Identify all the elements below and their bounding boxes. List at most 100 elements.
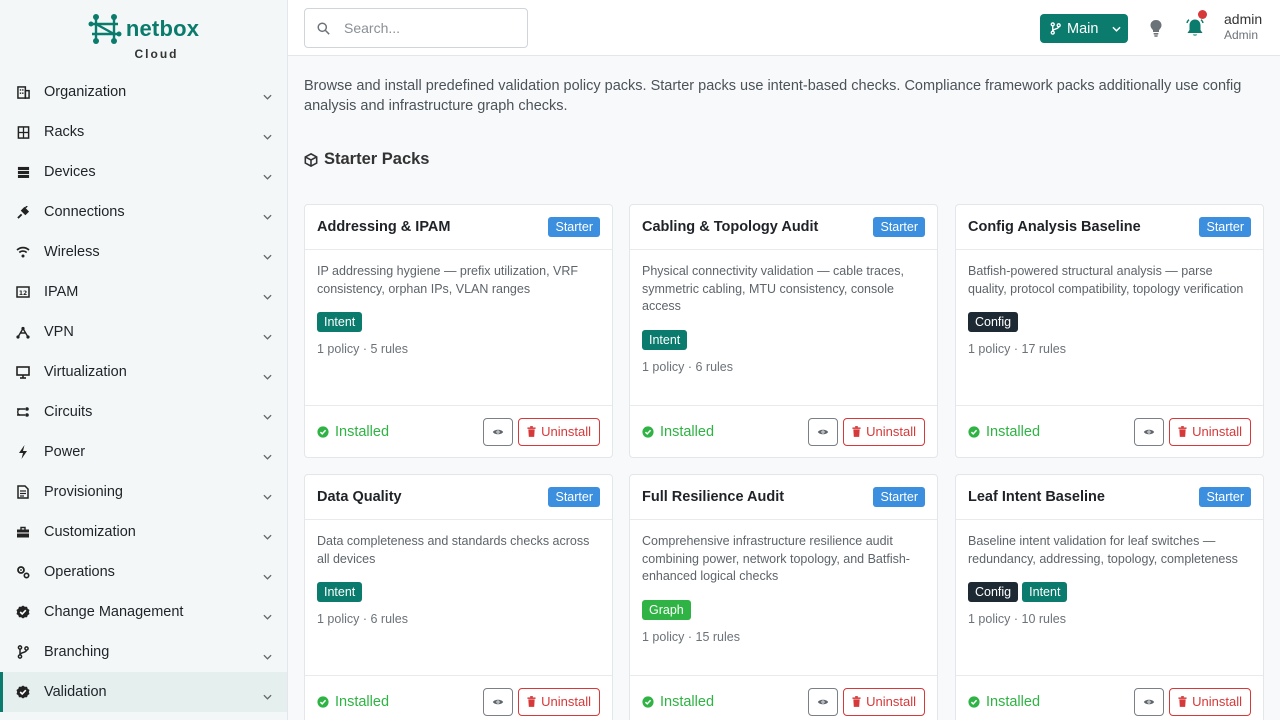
chevron-down-icon	[263, 687, 273, 700]
uninstall-button[interactable]: Uninstall	[843, 687, 925, 716]
installed-status: Installed	[642, 424, 714, 440]
check-circle-icon	[642, 425, 654, 438]
starter-badge: Starter	[1199, 487, 1251, 507]
sidebar-item-devices[interactable]: Devices	[0, 152, 287, 192]
sidebar-item-label: Customization	[44, 524, 136, 540]
netbox-logo-icon	[88, 13, 122, 44]
check-circle-icon	[317, 425, 329, 438]
brand-subtitle: Cloud	[134, 46, 179, 61]
sidebar-item-label: Validation	[44, 684, 107, 700]
preview-button[interactable]	[483, 687, 514, 716]
check-circle-icon	[317, 695, 329, 708]
card-footer: Installed Uninstall	[630, 675, 937, 720]
main-content: Browse and install predefined validation…	[288, 56, 1280, 720]
branch-dropdown-toggle[interactable]	[1104, 14, 1128, 43]
search-box[interactable]	[304, 8, 528, 48]
server-icon	[16, 165, 30, 179]
uninstall-button[interactable]: Uninstall	[518, 417, 600, 446]
check-circle-icon	[968, 695, 980, 708]
card-footer: Installed Uninstall	[305, 405, 612, 457]
notification-dot	[1198, 10, 1207, 19]
card-description: Batfish-powered structural analysis — pa…	[968, 264, 1244, 296]
starter-badge: Starter	[873, 487, 925, 507]
sidebar-item-branching[interactable]: Branching	[0, 632, 287, 672]
user-menu[interactable]: admin Admin	[1224, 11, 1262, 43]
card-description: Physical connectivity validation — cable…	[642, 264, 904, 314]
preview-button[interactable]	[1134, 687, 1165, 716]
sidebar-item-label: Connections	[44, 204, 125, 220]
counter-icon: 12	[16, 285, 30, 299]
sidebar-item-customization[interactable]: Customization	[0, 512, 287, 552]
sidebar-item-racks[interactable]: Racks	[0, 112, 287, 152]
search-input[interactable]	[344, 20, 504, 36]
sidebar-item-virtualization[interactable]: Virtualization	[0, 352, 287, 392]
card-meta: 1 policy · 15 rules	[642, 630, 740, 645]
starter-badge: Starter	[873, 217, 925, 237]
card-tags: Intent	[317, 582, 600, 603]
uninstall-button[interactable]: Uninstall	[1169, 417, 1251, 446]
uninstall-button[interactable]: Uninstall	[518, 687, 600, 716]
sidebar-item-wireless[interactable]: Wireless	[0, 232, 287, 272]
card-description: IP addressing hygiene — prefix utilizati…	[317, 264, 579, 296]
sidebar-item-label: Circuits	[44, 404, 93, 420]
uninstall-button[interactable]: Uninstall	[1169, 687, 1251, 716]
sidebar-item-label: VPN	[44, 324, 74, 340]
chevron-down-icon	[263, 447, 273, 460]
user-role: Admin	[1224, 28, 1259, 42]
sidebar-item-organization[interactable]: Organization	[0, 72, 287, 112]
sidebar-item-circuits[interactable]: Circuits	[0, 392, 287, 432]
preview-button[interactable]	[808, 417, 839, 446]
chevron-down-icon	[263, 407, 273, 420]
preview-button[interactable]	[1134, 417, 1165, 446]
card-title: Full Resilience Audit	[642, 489, 785, 505]
trash-icon	[1178, 696, 1187, 707]
sidebar-item-ipam[interactable]: 12 IPAM	[0, 272, 287, 312]
card-description: Data completeness and standards checks a…	[317, 534, 590, 566]
installed-label: Installed	[660, 693, 715, 710]
card-actions: Uninstall	[1134, 417, 1251, 446]
sidebar-item-connections[interactable]: Connections	[0, 192, 287, 232]
toolbox-icon	[16, 525, 30, 539]
sidebar-item-provisioning[interactable]: Provisioning	[0, 472, 287, 512]
card-meta: 1 policy · 5 rules	[317, 342, 409, 357]
uninstall-label: Uninstall	[541, 694, 591, 709]
preview-button[interactable]	[808, 687, 839, 716]
pack-card: Data Quality Starter Data completeness and…	[304, 474, 613, 720]
rack-icon	[16, 125, 30, 139]
notifications-button[interactable]	[1186, 10, 1207, 38]
brand-logo[interactable]: netbox Cloud	[0, 0, 287, 72]
trash-icon	[527, 426, 536, 437]
branch-selector-button[interactable]: Main	[1040, 14, 1128, 43]
check-circle-icon	[968, 425, 980, 438]
sidebar-item-change-management[interactable]: Change Management	[0, 592, 287, 632]
tag-intent: Intent	[642, 330, 688, 351]
sidebar: netbox Cloud Organization Racks Devices Con…	[0, 0, 288, 720]
sidebar-item-label: Power	[44, 444, 86, 460]
card-footer: Installed Uninstall	[956, 405, 1263, 457]
user-name: admin	[1224, 11, 1263, 27]
card-meta: 1 policy · 17 rules	[968, 342, 1066, 357]
check-badge-icon	[16, 685, 30, 699]
sidebar-item-vpn[interactable]: VPN	[0, 312, 287, 352]
brand-name: netbox	[125, 15, 200, 41]
installed-label: Installed	[335, 693, 390, 710]
chevron-down-icon	[263, 487, 273, 500]
card-header: Config Analysis Baseline Starter	[956, 205, 1263, 250]
sidebar-item-operations[interactable]: Operations	[0, 552, 287, 592]
lightbulb-icon	[1150, 20, 1162, 37]
topbar: Main admin Admin	[288, 0, 1280, 56]
sidebar-item-validation[interactable]: Validation	[0, 672, 287, 712]
sidebar-item-label: Virtualization	[44, 364, 127, 380]
uninstall-button[interactable]: Uninstall	[843, 417, 925, 446]
theme-toggle-button[interactable]	[1147, 18, 1165, 38]
card-header: Data Quality Starter	[305, 475, 612, 520]
cog-icon	[16, 565, 30, 579]
sidebar-item-label: Operations	[44, 564, 115, 580]
card-actions: Uninstall	[1134, 687, 1251, 716]
starter-badge: Starter	[1199, 217, 1251, 237]
chevron-down-icon	[263, 527, 273, 540]
card-tags: Intent	[642, 330, 925, 351]
sidebar-item-power[interactable]: Power	[0, 432, 287, 472]
uninstall-label: Uninstall	[541, 424, 591, 439]
preview-button[interactable]	[483, 417, 514, 446]
